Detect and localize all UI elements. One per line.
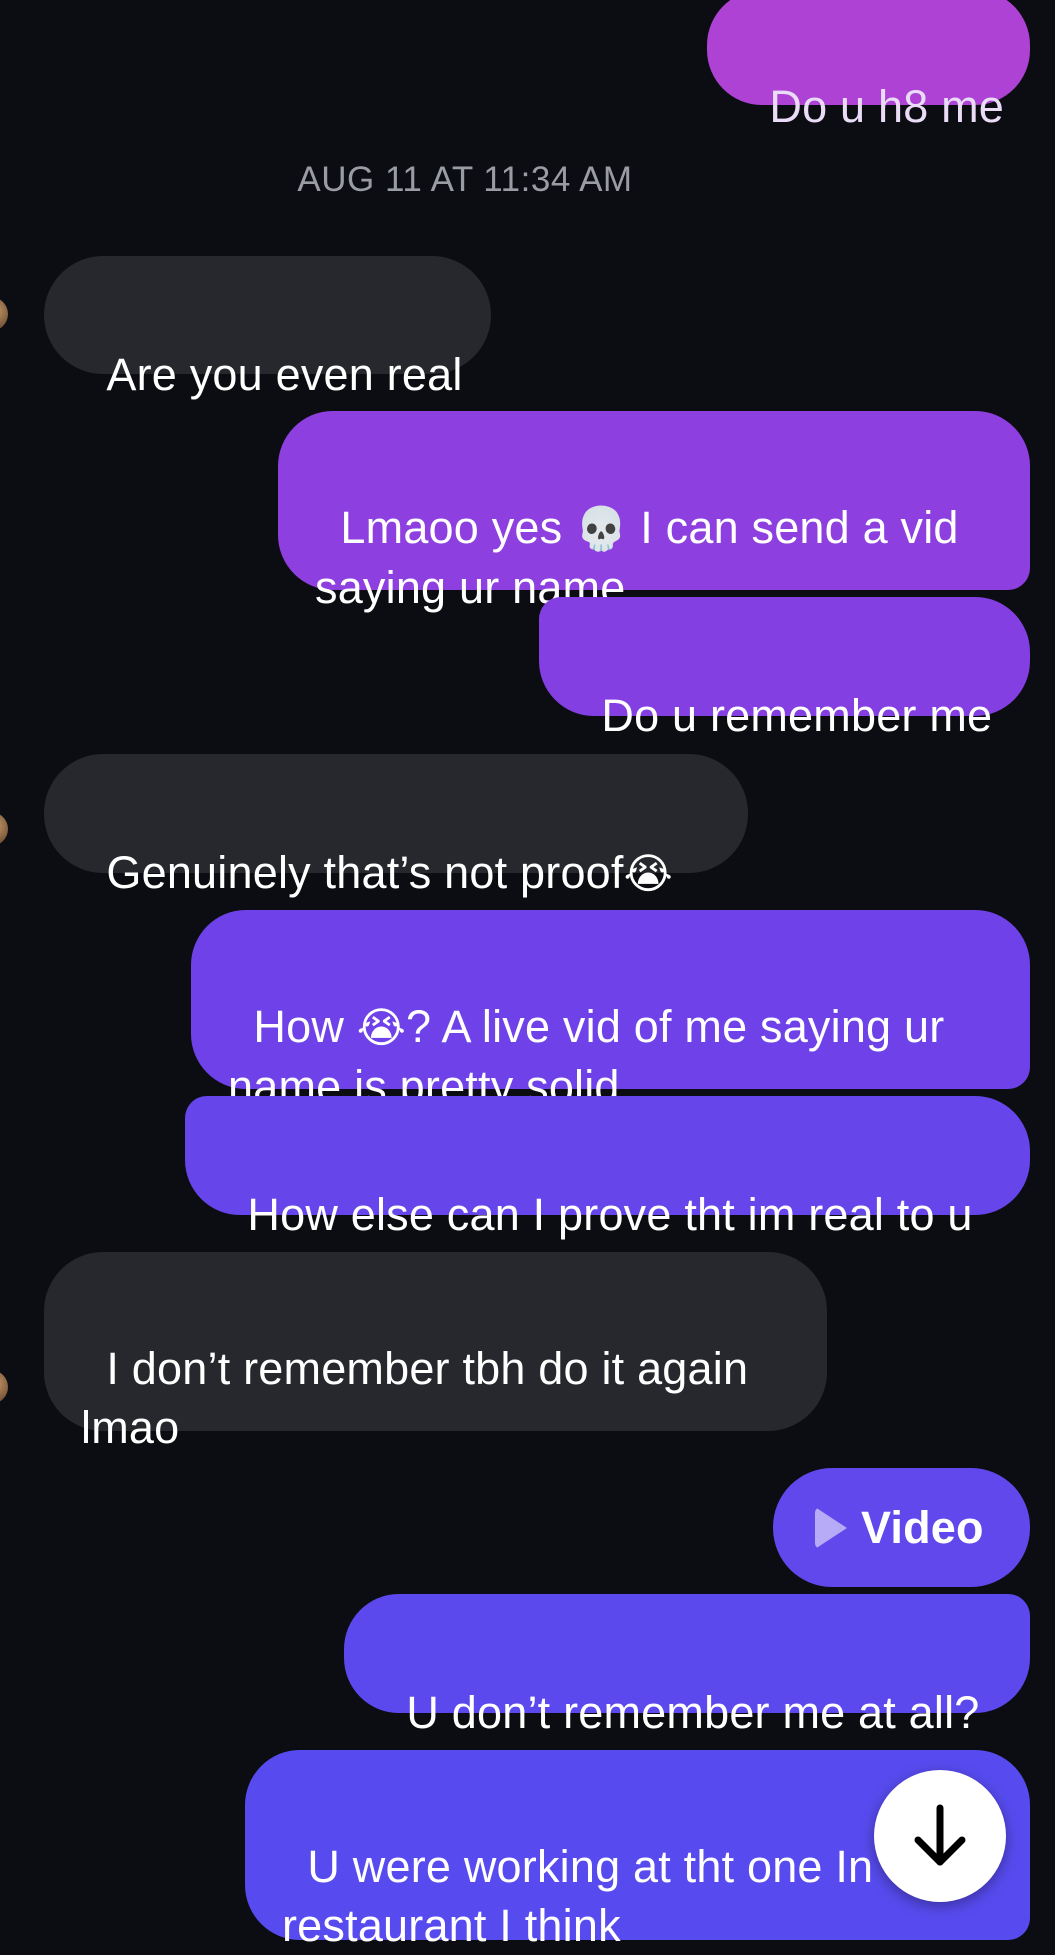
message-bubble-sent[interactable]: U don’t remember me at all?	[344, 1594, 1030, 1738]
message-bubble-sent[interactable]: How else can I prove tht im real to u	[185, 1096, 1030, 1240]
arrow-down-icon	[914, 1804, 966, 1866]
message-text: U don’t remember me at all?	[406, 1687, 980, 1738]
message-text: I don’t remember tbh do it again lmao	[81, 1343, 749, 1453]
play-icon	[815, 1506, 847, 1549]
message-bubble-sent[interactable]: Do u h8 me	[707, 0, 1030, 132]
message-text: Genuinely that’s not proof	[106, 847, 624, 898]
message-text: Do u h8 me	[769, 81, 1005, 132]
skull-emoji-icon: 💀	[575, 504, 628, 553]
avatar[interactable]	[0, 812, 8, 846]
message-text: Are you even real	[106, 349, 463, 400]
conversation-timestamp: AUG 11 AT 11:34 AM	[297, 160, 633, 199]
message-bubble-sent[interactable]: Lmaoo yes 💀 I can send a vid saying ur n…	[278, 411, 1030, 613]
crying-emoji-icon: 😭	[623, 849, 673, 898]
video-message-bubble[interactable]: Video	[773, 1468, 1030, 1587]
crying-emoji-icon: 😭	[356, 1003, 407, 1052]
avatar[interactable]	[0, 297, 8, 331]
message-bubble-received[interactable]: Are you even real	[44, 256, 491, 400]
message-text: Lmaoo yes	[340, 502, 576, 553]
message-bubble-received[interactable]: I don’t remember tbh do it again lmao	[44, 1252, 827, 1453]
message-text: How	[253, 1001, 357, 1052]
message-text: How else can I prove tht im real to u	[247, 1189, 973, 1240]
avatar[interactable]	[0, 1370, 8, 1404]
message-bubble-received[interactable]: Genuinely that’s not proof😭	[44, 754, 748, 898]
message-bubble-sent[interactable]: Do u remember me	[539, 597, 1030, 741]
message-bubble-sent[interactable]: How 😭? A live vid of me saying ur name i…	[191, 910, 1030, 1112]
video-label: Video	[861, 1502, 984, 1553]
message-text: Do u remember me	[601, 690, 993, 741]
scroll-to-bottom-button[interactable]	[874, 1770, 1006, 1902]
message-text: U were working at tht one In restaurant …	[282, 1841, 874, 1951]
